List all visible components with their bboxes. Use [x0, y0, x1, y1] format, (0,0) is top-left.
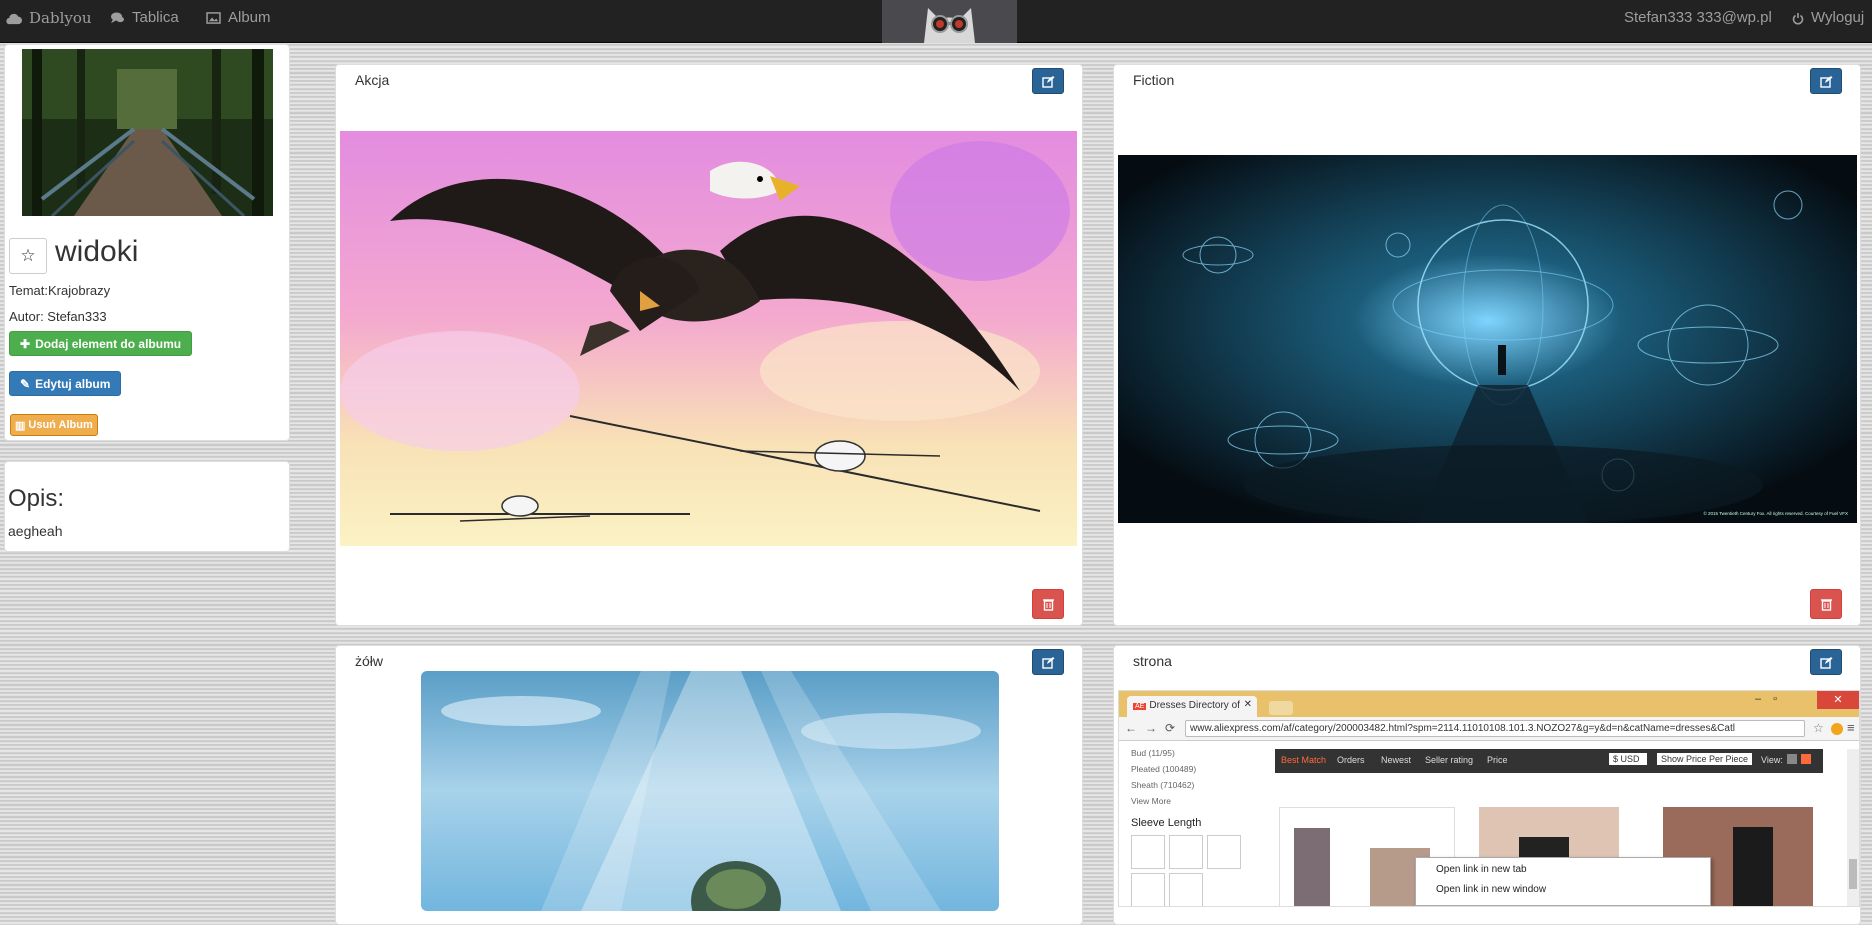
brand-link[interactable]: Dablyou	[5, 0, 92, 36]
trash-icon: ▥	[15, 419, 26, 432]
browser-url: www.aliexpress.com/af/category/200003482…	[1185, 720, 1805, 737]
edit-icon	[1041, 75, 1054, 88]
album-author: Autor: Stefan333	[9, 309, 107, 324]
logout-link[interactable]: Wyloguj	[1792, 0, 1864, 36]
edit-element-button[interactable]	[1032, 649, 1064, 675]
bookmark-star-icon: ☆	[1813, 721, 1824, 735]
album-topic: Temat:Krajobrazy	[9, 283, 111, 298]
navbar: Dablyou Tablica Album Stefan333 333@wp.p…	[0, 0, 1872, 43]
grid-view-icon	[1801, 754, 1811, 764]
card-image-eagle[interactable]	[340, 131, 1077, 546]
aliexpress-sidebar: Bud (11/95) Pleated (100489) Sheath (710…	[1131, 748, 1202, 829]
card-title: żółw	[355, 653, 384, 669]
eagle-drones-image	[340, 131, 1077, 546]
description-text: aegheah	[8, 523, 63, 539]
nav-arrows-icon: ←→⟳	[1125, 721, 1184, 735]
sort-bar: Best Match Orders Newest Seller rating P…	[1275, 749, 1823, 773]
menu-icon: ≡	[1847, 720, 1855, 735]
brand-label: Dablyou	[29, 9, 92, 27]
logout-label: Wyloguj	[1811, 9, 1865, 26]
nav-tablica-label: Tablica	[132, 9, 179, 26]
close-icon: ✕	[1243, 699, 1252, 710]
user-email-label: Stefan333 333@wp.pl	[1624, 9, 1772, 26]
user-email[interactable]: Stefan333 333@wp.pl	[1624, 0, 1772, 36]
extension-icon	[1831, 723, 1843, 735]
card-image-scifi[interactable]: © 2015 Twentieth Century Fox. All rights…	[1118, 155, 1857, 523]
edit-element-button[interactable]	[1810, 68, 1842, 94]
card-image-browser-screenshot[interactable]: AE Dresses Directory of ✕ –▫ ✕ ←→⟳ www.al…	[1118, 690, 1860, 907]
browser-tab: AE Dresses Directory of ✕	[1127, 696, 1257, 717]
sleeve-options	[1131, 835, 1251, 906]
context-menu: Open link in new tab Open link in new wi…	[1415, 857, 1711, 906]
album-info-panel: ☆ widoki Temat:Krajobrazy Autor: Stefan3…	[4, 44, 290, 441]
nav-album-label: Album	[228, 9, 271, 26]
description-heading: Opis:	[8, 485, 65, 512]
nav-album[interactable]: Album	[206, 0, 271, 36]
cloud-icon	[6, 13, 22, 24]
new-tab-button	[1269, 701, 1293, 715]
card-image-turtle[interactable]	[421, 671, 999, 911]
edit-icon: ✎	[20, 376, 31, 391]
favorite-button[interactable]: ☆	[9, 238, 47, 274]
page-scrollbar	[1847, 749, 1859, 906]
fiction-caption: © 2015 Twentieth Century Fox. All rights…	[1703, 510, 1848, 516]
card-title: Fiction	[1133, 72, 1175, 88]
add-element-button[interactable]: ✚ Dodaj element do albumu	[9, 331, 193, 356]
album-card-turtle: żółw	[335, 645, 1083, 925]
cat-goggles-avatar	[882, 0, 1017, 43]
album-cover-image[interactable]	[22, 49, 273, 216]
window-controls: –▫	[1755, 693, 1790, 705]
picture-icon	[206, 12, 221, 24]
delete-album-button[interactable]: ▥ Usuń Album	[10, 414, 98, 436]
album-card-akcja: Akcja	[335, 64, 1083, 626]
window-close-icon: ✕	[1817, 691, 1859, 709]
edit-icon	[1041, 656, 1054, 669]
delete-element-button[interactable]	[1810, 589, 1842, 619]
browser-toolbar: ←→⟳ www.aliexpress.com/af/category/20000…	[1119, 717, 1859, 741]
nav-tablica[interactable]: Tablica	[110, 0, 179, 36]
star-icon: ☆	[20, 246, 36, 265]
album-title: widoki	[55, 235, 139, 268]
delete-element-button[interactable]	[1032, 589, 1064, 619]
album-card-strona: strona AE Dresses Directory of ✕ –▫ ✕ ←→⟳…	[1113, 645, 1861, 925]
edit-icon	[1819, 656, 1832, 669]
turtle-underwater-image	[421, 671, 999, 911]
card-title: strona	[1133, 653, 1172, 669]
scifi-orrery-image: © 2015 Twentieth Century Fox. All rights…	[1118, 155, 1857, 523]
comments-icon	[111, 12, 124, 24]
edit-album-button[interactable]: ✎ Edytuj album	[9, 371, 122, 396]
power-icon	[1792, 12, 1804, 24]
list-view-icon	[1787, 754, 1797, 764]
profile-avatar[interactable]	[882, 0, 1017, 43]
trash-icon	[1820, 598, 1832, 611]
edit-element-button[interactable]	[1810, 649, 1842, 675]
trash-icon	[1042, 598, 1054, 611]
edit-icon	[1819, 75, 1832, 88]
forest-bridge-image	[22, 49, 273, 216]
edit-element-button[interactable]	[1032, 68, 1064, 94]
description-panel: Opis: aegheah	[4, 461, 290, 552]
browser-tabbar: AE Dresses Directory of ✕ –▫ ✕	[1119, 691, 1859, 717]
plus-icon: ✚	[20, 336, 31, 351]
card-title: Akcja	[355, 72, 390, 88]
album-card-fiction: Fiction © 2015 Twentieth Century Fox. Al…	[1113, 64, 1861, 626]
aliexpress-favicon: AE	[1133, 703, 1147, 710]
